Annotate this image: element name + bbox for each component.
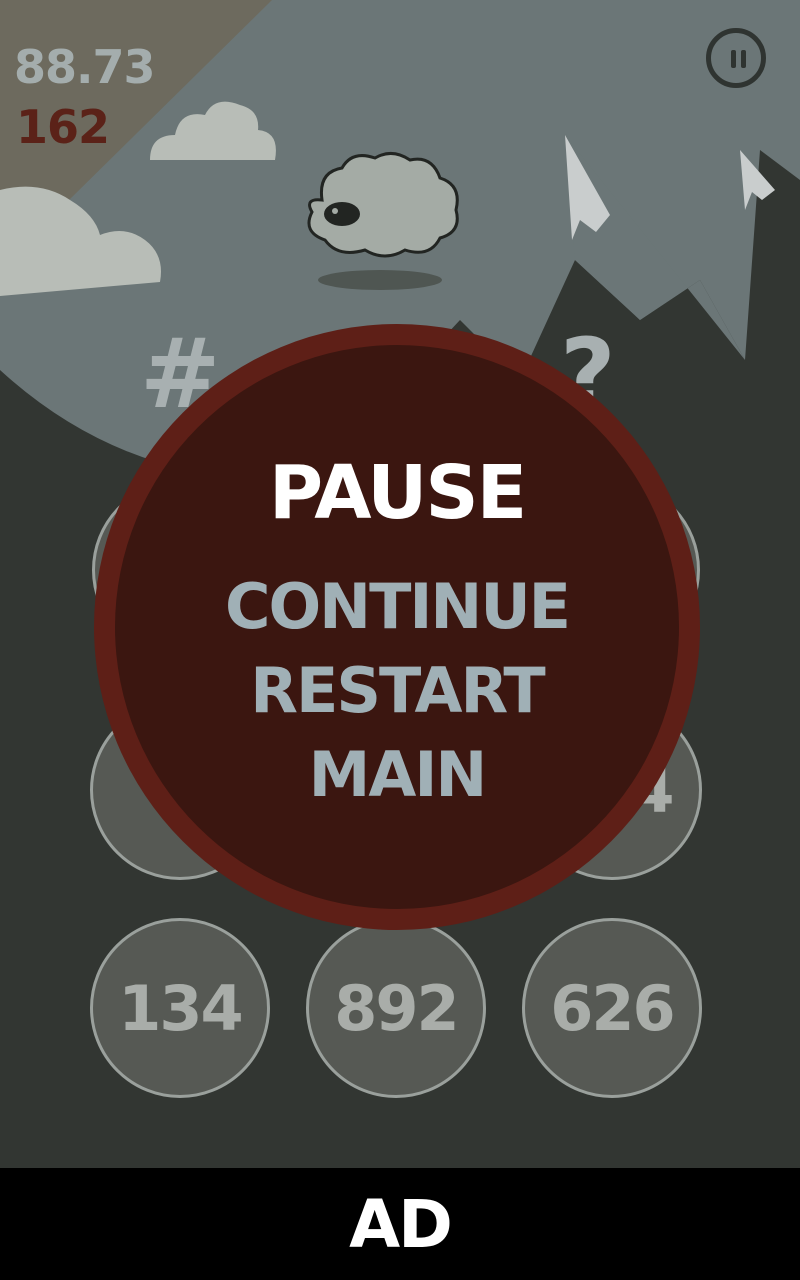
- pause-icon: [731, 50, 736, 68]
- answer-bubble[interactable]: 892: [306, 918, 486, 1098]
- pause-menu: PAUSE CONTINUE RESTART MAIN: [94, 324, 700, 930]
- answer-bubble-label: 626: [550, 971, 675, 1045]
- answer-bubble[interactable]: 626: [522, 918, 702, 1098]
- answer-bubble-label: 134: [118, 971, 243, 1045]
- answer-bubble-label: 892: [334, 971, 459, 1045]
- answer-bubble[interactable]: 134: [90, 918, 270, 1098]
- ad-label: AD: [349, 1185, 453, 1263]
- timer-display: 88.73: [14, 40, 156, 94]
- continue-button[interactable]: CONTINUE: [94, 570, 700, 643]
- pause-icon: [741, 50, 746, 68]
- ad-banner[interactable]: AD: [0, 1168, 800, 1280]
- pause-menu-notch: [356, 895, 428, 905]
- score-display: 162: [16, 100, 110, 154]
- pause-menu-notch: [356, 349, 428, 359]
- main-menu-button[interactable]: MAIN: [94, 738, 700, 811]
- pause-button[interactable]: [706, 28, 766, 88]
- restart-button[interactable]: RESTART: [94, 654, 700, 727]
- pause-title: PAUSE: [268, 450, 527, 536]
- game-screen: 88.73 162 # ? 6 4 134 892 626 PAUSE CONT…: [0, 0, 800, 1280]
